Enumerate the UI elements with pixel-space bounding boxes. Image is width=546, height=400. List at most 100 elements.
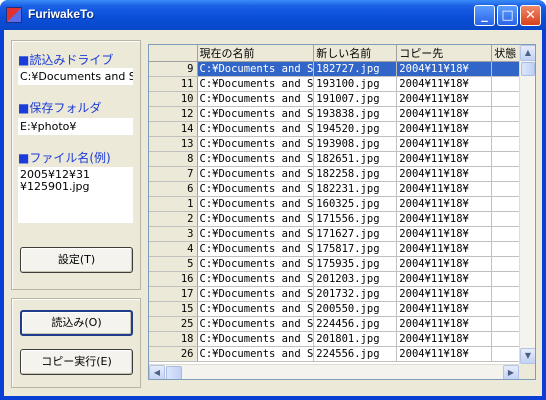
current-name-cell[interactable]: C:¥Documents and S xyxy=(197,121,315,137)
table-row[interactable]: 2 C:¥Documents and S 171556.jpg 2004¥11¥18¥ xyxy=(149,211,527,227)
new-name-cell[interactable]: 224456.jpg xyxy=(313,316,398,332)
table-row[interactable]: 15 C:¥Documents and S 200550.jpg 2004¥11¥18… xyxy=(149,301,527,317)
load-button[interactable]: 読込み(O) xyxy=(20,310,133,336)
current-name-cell[interactable]: C:¥Documents and S xyxy=(197,91,315,107)
copy-destination-cell[interactable]: 2004¥11¥18¥ xyxy=(396,316,493,332)
row-number-cell[interactable]: 4 xyxy=(149,241,198,257)
current-name-cell[interactable]: C:¥Documents and S xyxy=(197,211,315,227)
row-number-cell[interactable]: 16 xyxy=(149,271,198,287)
current-name-cell[interactable]: C:¥Documents and S xyxy=(197,61,315,77)
current-name-cell[interactable]: C:¥Documents and S xyxy=(197,166,315,182)
table-row[interactable]: 3 C:¥Documents and S 171627.jpg 2004¥11¥18¥ xyxy=(149,226,527,242)
scroll-up-arrow-icon[interactable]: ▲ xyxy=(520,45,535,61)
file-grid[interactable]: 現在の名前 新しい名前 コピー先 状態 9 C:¥Documents and S1… xyxy=(148,44,536,380)
table-row[interactable]: 5 C:¥Documents and S 175935.jpg 2004¥11¥18¥ xyxy=(149,256,527,272)
table-row[interactable]: 7 C:¥Documents and S 182258.jpg 2004¥11¥18¥ xyxy=(149,166,527,182)
new-name-cell[interactable]: 171556.jpg xyxy=(313,211,398,227)
new-name-cell[interactable]: 175817.jpg xyxy=(313,241,398,257)
current-name-cell[interactable]: C:¥Documents and S xyxy=(197,226,315,242)
row-number-cell[interactable]: 13 xyxy=(149,136,198,152)
row-number-cell[interactable]: 10 xyxy=(149,91,198,107)
copy-destination-cell[interactable]: 2004¥11¥18¥ xyxy=(396,76,493,92)
copy-destination-cell[interactable]: 2004¥11¥18¥ xyxy=(396,151,493,167)
copy-destination-cell[interactable]: 2004¥11¥18¥ xyxy=(396,271,493,287)
current-name-cell[interactable]: C:¥Documents and S xyxy=(197,76,315,92)
current-name-cell[interactable]: C:¥Documents and S xyxy=(197,316,315,332)
row-number-cell[interactable]: 1 xyxy=(149,196,198,212)
header-row-number[interactable] xyxy=(149,45,198,62)
new-name-cell[interactable]: 182727.jpg xyxy=(313,61,398,77)
table-row[interactable]: 16 C:¥Documents and S 201203.jpg 2004¥11¥18… xyxy=(149,271,527,287)
table-row[interactable]: 10 C:¥Documents and S 191007.jpg 2004¥11¥18… xyxy=(149,91,527,107)
current-name-cell[interactable]: C:¥Documents and S xyxy=(197,181,315,197)
minimize-button[interactable]: _ xyxy=(474,5,495,26)
copy-destination-cell[interactable]: 2004¥11¥18¥ xyxy=(396,346,493,362)
table-row[interactable]: 4 C:¥Documents and S 175817.jpg 2004¥11¥18¥ xyxy=(149,241,527,257)
copy-destination-cell[interactable]: 2004¥11¥18¥ xyxy=(396,226,493,242)
scroll-right-arrow-icon[interactable]: ▶ xyxy=(503,365,519,379)
copy-destination-cell[interactable]: 2004¥11¥18¥ xyxy=(396,301,493,317)
table-row[interactable]: 8 C:¥Documents and S 182651.jpg 2004¥11¥18¥ xyxy=(149,151,527,167)
close-button[interactable]: ✕ xyxy=(520,5,541,26)
current-name-cell[interactable]: C:¥Documents and S xyxy=(197,196,315,212)
row-number-cell[interactable]: 3 xyxy=(149,226,198,242)
copy-destination-cell[interactable]: 2004¥11¥18¥ xyxy=(396,331,493,347)
copy-destination-cell[interactable]: 2004¥11¥18¥ xyxy=(396,106,493,122)
row-number-cell[interactable]: 9 xyxy=(149,61,198,77)
new-name-cell[interactable]: 191007.jpg xyxy=(313,91,398,107)
row-number-cell[interactable]: 5 xyxy=(149,256,198,272)
new-name-cell[interactable]: 171627.jpg xyxy=(313,226,398,242)
scroll-down-arrow-icon[interactable]: ▼ xyxy=(520,348,535,364)
row-number-cell[interactable]: 2 xyxy=(149,211,198,227)
table-row[interactable]: 25 C:¥Documents and S 224456.jpg 2004¥11¥18… xyxy=(149,316,527,332)
table-row[interactable]: 11 C:¥Documents and S 193100.jpg 2004¥11¥18… xyxy=(149,76,527,92)
new-name-cell[interactable]: 224556.jpg xyxy=(313,346,398,362)
row-number-cell[interactable]: 6 xyxy=(149,181,198,197)
new-name-cell[interactable]: 201801.jpg xyxy=(313,331,398,347)
current-name-cell[interactable]: C:¥Documents and S xyxy=(197,286,315,302)
new-name-cell[interactable]: 194520.jpg xyxy=(313,121,398,137)
copy-destination-cell[interactable]: 2004¥11¥18¥ xyxy=(396,211,493,227)
current-name-cell[interactable]: C:¥Documents and S xyxy=(197,151,315,167)
current-name-cell[interactable]: C:¥Documents and S xyxy=(197,241,315,257)
table-row[interactable]: 26 C:¥Documents and S 224556.jpg 2004¥11¥18… xyxy=(149,346,527,362)
copy-destination-cell[interactable]: 2004¥11¥18¥ xyxy=(396,286,493,302)
new-name-cell[interactable]: 175935.jpg xyxy=(313,256,398,272)
header-current-name[interactable]: 現在の名前 xyxy=(197,45,315,62)
current-name-cell[interactable]: C:¥Documents and S xyxy=(197,271,315,287)
table-row[interactable]: 17 C:¥Documents and S 201732.jpg 2004¥11¥18… xyxy=(149,286,527,302)
maximize-button[interactable]: □ xyxy=(497,5,518,26)
copy-destination-cell[interactable]: 2004¥11¥18¥ xyxy=(396,181,493,197)
new-name-cell[interactable]: 200550.jpg xyxy=(313,301,398,317)
current-name-cell[interactable]: C:¥Documents and S xyxy=(197,346,315,362)
row-number-cell[interactable]: 25 xyxy=(149,316,198,332)
horizontal-scroll-thumb[interactable] xyxy=(166,366,182,379)
table-row[interactable]: 12 C:¥Documents and S 193838.jpg 2004¥11¥18… xyxy=(149,106,527,122)
row-number-cell[interactable]: 11 xyxy=(149,76,198,92)
current-name-cell[interactable]: C:¥Documents and S xyxy=(197,256,315,272)
new-name-cell[interactable]: 201203.jpg xyxy=(313,271,398,287)
row-number-cell[interactable]: 17 xyxy=(149,286,198,302)
vertical-scrollbar[interactable]: ▲ ▼ xyxy=(519,45,535,364)
settings-button[interactable]: 設定(T) xyxy=(20,247,133,273)
new-name-cell[interactable]: 193100.jpg xyxy=(313,76,398,92)
row-number-cell[interactable]: 12 xyxy=(149,106,198,122)
table-row[interactable]: 14 C:¥Documents and S 194520.jpg 2004¥11¥18… xyxy=(149,121,527,137)
title-bar[interactable]: FuriwakeTo _ □ ✕ xyxy=(0,0,546,30)
new-name-cell[interactable]: 193838.jpg xyxy=(313,106,398,122)
row-number-cell[interactable]: 15 xyxy=(149,301,198,317)
copy-destination-cell[interactable]: 2004¥11¥18¥ xyxy=(396,136,493,152)
copy-destination-cell[interactable]: 2004¥11¥18¥ xyxy=(396,61,493,77)
table-row[interactable]: 6 C:¥Documents and S 182231.jpg 2004¥11¥18¥ xyxy=(149,181,527,197)
current-name-cell[interactable]: C:¥Documents and S xyxy=(197,331,315,347)
table-row[interactable]: 18 C:¥Documents and S 201801.jpg 2004¥11¥18… xyxy=(149,331,527,347)
new-name-cell[interactable]: 182231.jpg xyxy=(313,181,398,197)
vertical-scroll-thumb[interactable] xyxy=(521,62,535,76)
table-row[interactable]: 9 C:¥Documents and S 182727.jpg 2004¥11¥18¥ xyxy=(149,61,527,77)
copy-destination-cell[interactable]: 2004¥11¥18¥ xyxy=(396,196,493,212)
current-name-cell[interactable]: C:¥Documents and S xyxy=(197,136,315,152)
new-name-cell[interactable]: 182651.jpg xyxy=(313,151,398,167)
row-number-cell[interactable]: 18 xyxy=(149,331,198,347)
new-name-cell[interactable]: 201732.jpg xyxy=(313,286,398,302)
copy-destination-cell[interactable]: 2004¥11¥18¥ xyxy=(396,241,493,257)
